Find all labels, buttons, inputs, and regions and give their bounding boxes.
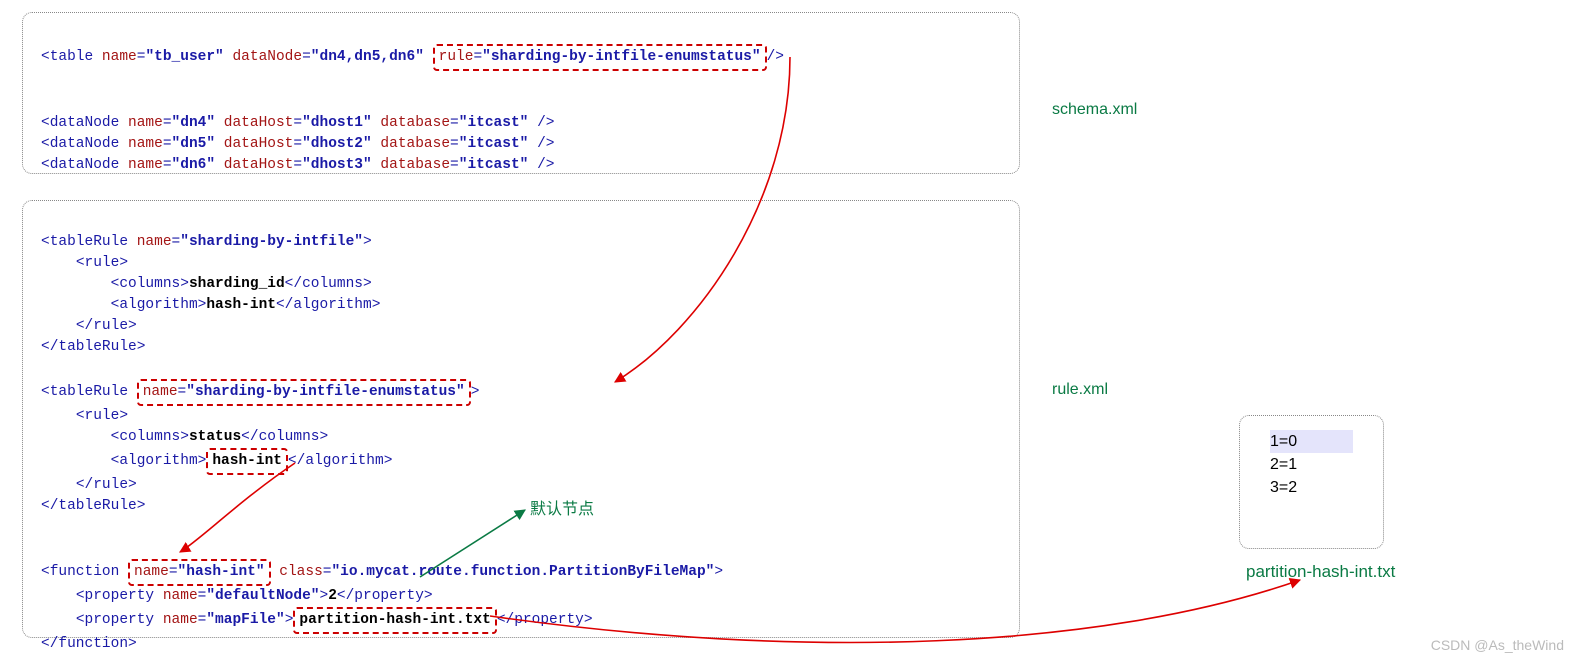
mapfile-line: 3=2 [1270,476,1353,499]
rule-box: <tableRule name="sharding-by-intfile"> <… [22,200,1020,638]
tablerule-name-highlight: name="sharding-by-intfile-enumstatus" [137,379,471,406]
rule-label: rule.xml [1052,378,1108,401]
algorithm-highlight: hash-int [206,448,288,475]
defaultnode-label: 默认节点 [530,498,594,521]
schema-label: schema.xml [1052,98,1137,121]
file-label: partition-hash-int.txt [1246,560,1395,585]
mapfile-box: 1=0 2=1 3=2 [1239,415,1384,549]
mapfile-line: 1=0 [1270,430,1353,453]
rule-ref-highlight: rule="sharding-by-intfile-enumstatus" [433,44,767,71]
function-name-highlight: name="hash-int" [128,559,271,586]
mapfile-line: 2=1 [1270,453,1353,476]
mapfile-highlight: partition-hash-int.txt [293,607,496,634]
schema-box: <table name="tb_user" dataNode="dn4,dn5,… [22,12,1020,174]
watermark: CSDN @As_theWind [1431,635,1564,655]
